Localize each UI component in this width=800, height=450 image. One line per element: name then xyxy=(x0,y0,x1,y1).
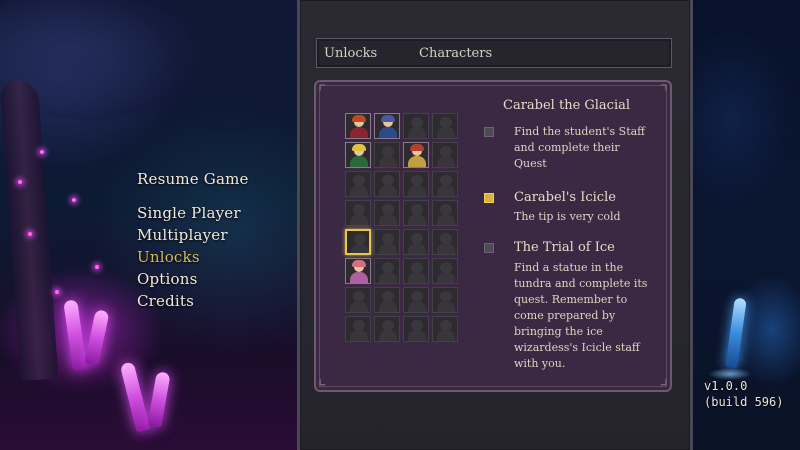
unlock-status-checkbox xyxy=(484,127,494,137)
firefly xyxy=(55,290,59,294)
portrait-hair xyxy=(352,260,366,267)
main-menu: Resume Game Single Player Multiplayer Un… xyxy=(137,168,249,312)
unlock-entry-trial-of-ice: The Trial of Ice Find a statue in the tu… xyxy=(484,240,664,380)
version-info: v1.0.0 (build 596) xyxy=(704,378,783,410)
portrait-body xyxy=(350,127,368,138)
unlock-description: Find a statue in the tundra and complete… xyxy=(514,260,659,372)
breadcrumb-unlocks[interactable]: Unlocks xyxy=(324,46,377,61)
menu-item-resume-game[interactable]: Resume Game xyxy=(137,168,249,190)
character-portrait[interactable] xyxy=(374,113,400,139)
locked-character-slot[interactable] xyxy=(374,316,400,342)
breadcrumb: Unlocks Characters xyxy=(316,38,672,68)
locked-character-slot[interactable] xyxy=(432,229,458,255)
breadcrumb-characters[interactable]: Characters xyxy=(419,46,492,61)
glowing-crystal xyxy=(147,371,171,428)
locked-character-slot[interactable] xyxy=(345,287,371,313)
description-line: Find the student's Staff xyxy=(514,125,645,138)
firefly xyxy=(18,180,22,184)
locked-character-slot[interactable] xyxy=(403,229,429,255)
description-line: bringing the ice xyxy=(514,325,603,338)
description-line: with you. xyxy=(514,357,566,370)
tree-trunk xyxy=(0,79,59,381)
menu-item-options[interactable]: Options xyxy=(137,268,249,290)
glowing-crystal xyxy=(84,309,110,366)
glowing-crystal xyxy=(119,361,151,433)
locked-character-slot[interactable] xyxy=(432,113,458,139)
locked-character-slot[interactable] xyxy=(374,287,400,313)
description-line: Find a statue in the xyxy=(514,261,624,274)
menu-item-credits[interactable]: Credits xyxy=(137,290,249,312)
unlock-status-checkbox xyxy=(484,243,494,253)
description-line: The tip is very cold xyxy=(514,210,621,223)
character-portrait[interactable] xyxy=(345,142,371,168)
firefly xyxy=(95,265,99,269)
character-grid xyxy=(345,113,459,343)
locked-character-slot[interactable] xyxy=(403,113,429,139)
description-line: quest. Remember to xyxy=(514,293,628,306)
portrait-body xyxy=(350,156,368,167)
unlock-status-checkbox xyxy=(484,193,494,203)
locked-character-slot[interactable] xyxy=(345,316,371,342)
portrait-hair xyxy=(410,144,424,151)
description-line: Quest xyxy=(514,157,547,170)
locked-character-slot[interactable] xyxy=(432,171,458,197)
locked-character-slot[interactable] xyxy=(403,200,429,226)
firefly xyxy=(40,150,44,154)
locked-character-slot[interactable] xyxy=(432,316,458,342)
ornament-corner: ⌜ xyxy=(318,82,327,103)
locked-character-slot[interactable] xyxy=(374,229,400,255)
locked-character-slot[interactable] xyxy=(374,171,400,197)
unlock-description: Find the student's Staff and complete th… xyxy=(514,124,659,172)
locked-character-slot[interactable] xyxy=(345,229,371,255)
unlock-title: The Trial of Ice xyxy=(514,240,615,255)
menu-item-multiplayer[interactable]: Multiplayer xyxy=(137,224,249,246)
locked-character-slot[interactable] xyxy=(432,200,458,226)
character-portrait[interactable] xyxy=(403,142,429,168)
firefly xyxy=(72,198,76,202)
locked-character-slot[interactable] xyxy=(432,287,458,313)
description-line: come prepared by xyxy=(514,309,616,322)
firefly xyxy=(28,232,32,236)
description-line: and complete their xyxy=(514,141,620,154)
glowing-crystal xyxy=(63,299,87,371)
build-number: (build 596) xyxy=(704,395,784,409)
menu-item-unlocks[interactable]: Unlocks xyxy=(137,246,249,268)
locked-character-slot[interactable] xyxy=(432,258,458,284)
description-line: wizardess's Icicle staff xyxy=(514,341,640,354)
unlock-title: Carabel's Icicle xyxy=(514,190,616,205)
character-portrait[interactable] xyxy=(345,258,371,284)
portrait-body xyxy=(379,127,397,138)
locked-character-slot[interactable] xyxy=(374,258,400,284)
portrait-body xyxy=(408,156,426,167)
portrait-body xyxy=(350,272,368,283)
description-line: tundra and complete its xyxy=(514,277,648,290)
unlock-entry-carabels-icicle: Carabel's Icicle The tip is very cold xyxy=(484,190,664,226)
portrait-hair xyxy=(352,115,366,122)
portrait-hair xyxy=(352,144,366,151)
locked-character-slot[interactable] xyxy=(403,316,429,342)
unlock-entry-staff-quest: Find the student's Staff and complete th… xyxy=(484,124,664,174)
locked-character-slot[interactable] xyxy=(345,200,371,226)
portrait-hair xyxy=(381,115,395,122)
ornament-corner: ⌞ xyxy=(318,368,327,389)
glowing-crystal xyxy=(725,297,747,369)
locked-character-slot[interactable] xyxy=(432,142,458,168)
character-portrait[interactable] xyxy=(345,113,371,139)
ornament-corner: ⌝ xyxy=(659,82,668,103)
locked-character-slot[interactable] xyxy=(403,171,429,197)
locked-character-slot[interactable] xyxy=(374,200,400,226)
menu-item-single-player[interactable]: Single Player xyxy=(137,202,249,224)
version-number: v1.0.0 xyxy=(704,379,748,393)
locked-character-slot[interactable] xyxy=(345,171,371,197)
unlock-description: The tip is very cold xyxy=(514,209,659,225)
character-name: Carabel the Glacial xyxy=(503,98,631,113)
locked-character-slot[interactable] xyxy=(403,258,429,284)
locked-character-slot[interactable] xyxy=(403,287,429,313)
locked-character-slot[interactable] xyxy=(374,142,400,168)
